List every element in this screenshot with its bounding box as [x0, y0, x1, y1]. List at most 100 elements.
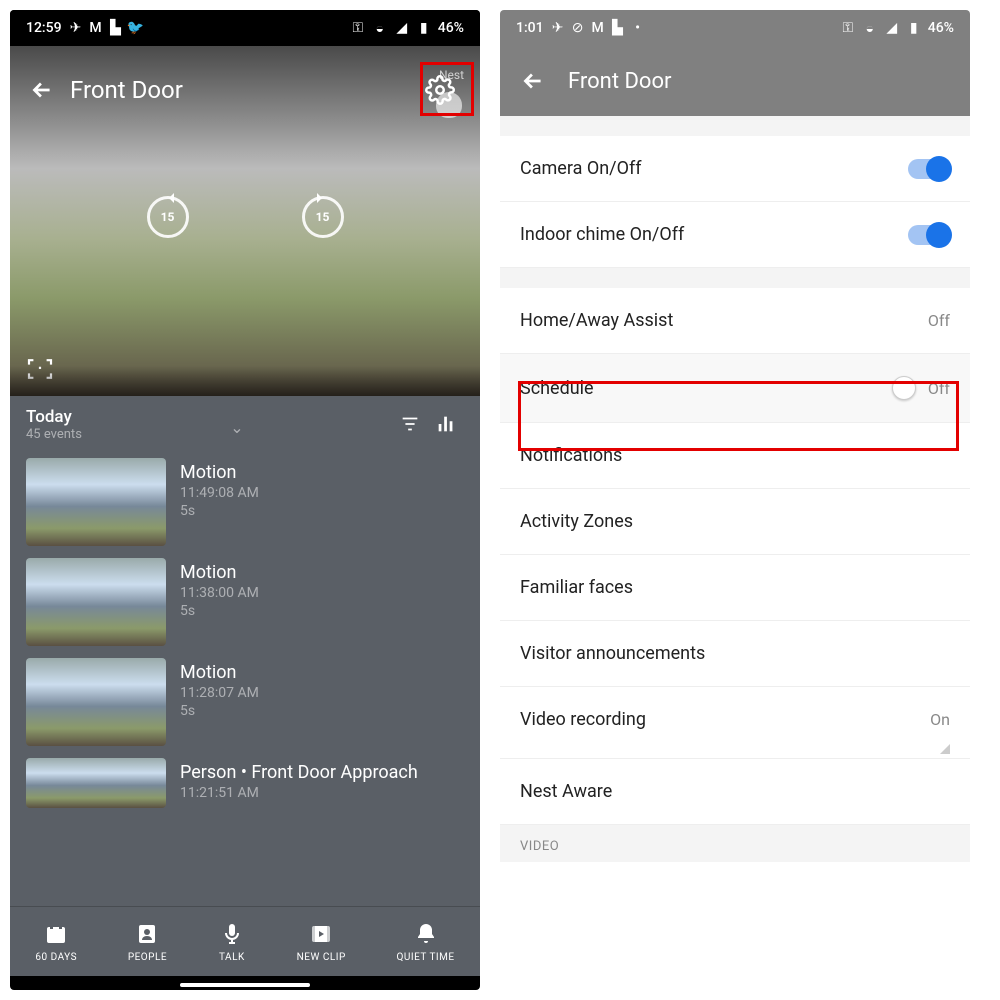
mic-icon — [218, 920, 246, 948]
telegram-icon: ✈ — [68, 20, 84, 36]
nav-people[interactable]: PEOPLE — [128, 920, 167, 963]
filter-button[interactable] — [392, 406, 428, 442]
gmail-icon: M — [88, 20, 104, 36]
event-time: 11:21:51 AM — [180, 785, 418, 801]
status-right-icons: ⚿ ◒ ◢ ▮ 46% — [840, 20, 954, 36]
nest-label: Nest — [439, 68, 464, 82]
event-title: Person • Front Door Approach — [180, 762, 418, 783]
twitter-icon: 🐦 — [128, 20, 144, 36]
setting-value: On — [930, 710, 950, 729]
page-title: Front Door — [70, 76, 416, 104]
setting-home-away[interactable]: Home/Away Assist Off — [500, 288, 970, 354]
gmail-icon: M — [590, 20, 606, 36]
setting-video-recording[interactable]: Video recording On — [500, 687, 970, 759]
fullscreen-icon[interactable] — [26, 358, 54, 380]
status-bar: 1:01 ✈ ⊘ M ▙ • ⚿ ◒ ◢ ▮ 46% — [500, 10, 970, 46]
settings-list: Camera On/Off Indoor chime On/Off Home/A… — [500, 116, 970, 990]
setting-schedule[interactable]: Schedule Off — [500, 354, 970, 423]
toggle-schedule-knob[interactable] — [892, 376, 916, 400]
folder-icon: ▙ — [610, 20, 626, 36]
event-item[interactable]: Person • Front Door Approach 11:21:51 AM — [10, 752, 480, 814]
divider — [500, 268, 970, 288]
person-icon — [133, 920, 161, 948]
event-item[interactable]: Motion 11:38:00 AM 5s — [10, 552, 480, 652]
toggle-chime[interactable] — [908, 225, 950, 245]
events-day: Today — [26, 407, 82, 427]
setting-notifications[interactable]: Notifications — [500, 423, 970, 489]
resize-indicator-icon — [940, 744, 950, 754]
dot-icon: • — [630, 20, 646, 36]
event-duration: 5s — [180, 503, 259, 519]
battery-icon: ▮ — [906, 20, 922, 36]
event-thumbnail — [26, 758, 166, 808]
status-left-icons: ✈ ⊘ M ▙ • — [550, 20, 646, 36]
event-duration: 5s — [180, 703, 259, 719]
rewind-15-button[interactable]: 15 — [147, 196, 189, 238]
event-title: Motion — [180, 462, 259, 483]
event-time: 11:28:07 AM — [180, 685, 259, 701]
levels-button[interactable] — [428, 406, 464, 442]
wifi-icon: ◒ — [372, 20, 388, 36]
back-button[interactable] — [520, 67, 548, 95]
divider — [500, 116, 970, 136]
status-time: 12:59 — [26, 20, 62, 36]
battery-percent: 46% — [438, 20, 464, 36]
event-thumbnail — [26, 458, 166, 546]
settings-header: Front Door — [500, 46, 970, 116]
back-button[interactable] — [26, 74, 58, 106]
event-title: Motion — [180, 662, 259, 683]
setting-nest-aware[interactable]: Nest Aware — [500, 759, 970, 825]
event-duration: 5s — [180, 603, 259, 619]
signal-icon: ◢ — [884, 20, 900, 36]
events-count: 45 events — [26, 427, 82, 442]
status-time: 1:01 — [516, 20, 544, 36]
setting-value: Off — [928, 311, 950, 330]
setting-chime-onoff[interactable]: Indoor chime On/Off — [500, 202, 970, 268]
event-thumbnail — [26, 658, 166, 746]
camera-screen: 12:59 ✈ M ▙ 🐦 ⚿ ◒ ◢ ▮ 46% 15 15 — [10, 10, 480, 990]
nav-60days[interactable]: 60 DAYS — [35, 920, 77, 963]
calendar-icon — [42, 920, 70, 948]
expand-chevron-icon[interactable]: ⌄ — [82, 412, 392, 437]
toggle-camera[interactable] — [908, 159, 950, 179]
event-item[interactable]: Motion 11:49:08 AM 5s — [10, 452, 480, 552]
wifi-icon: ◒ — [862, 20, 878, 36]
setting-value: Off — [928, 379, 950, 398]
nav-talk[interactable]: TALK — [218, 920, 246, 963]
film-icon — [307, 920, 335, 948]
nav-newclip[interactable]: NEW CLIP — [297, 920, 346, 963]
nav-quiettime[interactable]: QUIET TIME — [397, 920, 455, 963]
bell-icon — [412, 920, 440, 948]
status-right-icons: ⚿ ◒ ◢ ▮ 46% — [350, 20, 464, 36]
event-time: 11:38:00 AM — [180, 585, 259, 601]
bottom-nav: 60 DAYS PEOPLE TALK NEW CLIP QUIET TIME — [10, 906, 480, 976]
events-header: Today 45 events ⌄ — [10, 396, 480, 452]
setting-activity-zones[interactable]: Activity Zones — [500, 489, 970, 555]
event-time: 11:49:08 AM — [180, 485, 259, 501]
avatar-icon — [436, 92, 462, 118]
home-indicator[interactable] — [180, 983, 310, 987]
section-header-video: VIDEO — [500, 825, 970, 862]
telegram-icon: ✈ — [550, 20, 566, 36]
page-title: Front Door — [568, 69, 671, 94]
forward-15-button[interactable]: 15 — [302, 196, 344, 238]
status-bar: 12:59 ✈ M ▙ 🐦 ⚿ ◒ ◢ ▮ 46% — [10, 10, 480, 46]
battery-percent: 46% — [928, 20, 954, 36]
events-list: Today 45 events ⌄ Motion 11:49:08 AM 5s … — [10, 396, 480, 910]
camera-header: Front Door Nest — [10, 60, 480, 120]
event-item[interactable]: Motion 11:28:07 AM 5s — [10, 652, 480, 752]
setting-camera-onoff[interactable]: Camera On/Off — [500, 136, 970, 202]
status-left-icons: ✈ M ▙ 🐦 — [68, 20, 144, 36]
compass-icon: ⊘ — [570, 20, 586, 36]
event-title: Motion — [180, 562, 259, 583]
setting-familiar-faces[interactable]: Familiar faces — [500, 555, 970, 621]
setting-visitor-announcements[interactable]: Visitor announcements — [500, 621, 970, 687]
key-icon: ⚿ — [350, 20, 366, 36]
signal-icon: ◢ — [394, 20, 410, 36]
event-thumbnail — [26, 558, 166, 646]
settings-screen: 1:01 ✈ ⊘ M ▙ • ⚿ ◒ ◢ ▮ 46% Front Door Ca… — [500, 10, 970, 990]
folder-icon: ▙ — [108, 20, 124, 36]
key-icon: ⚿ — [840, 20, 856, 36]
battery-icon: ▮ — [416, 20, 432, 36]
settings-button[interactable]: Nest — [416, 66, 464, 114]
